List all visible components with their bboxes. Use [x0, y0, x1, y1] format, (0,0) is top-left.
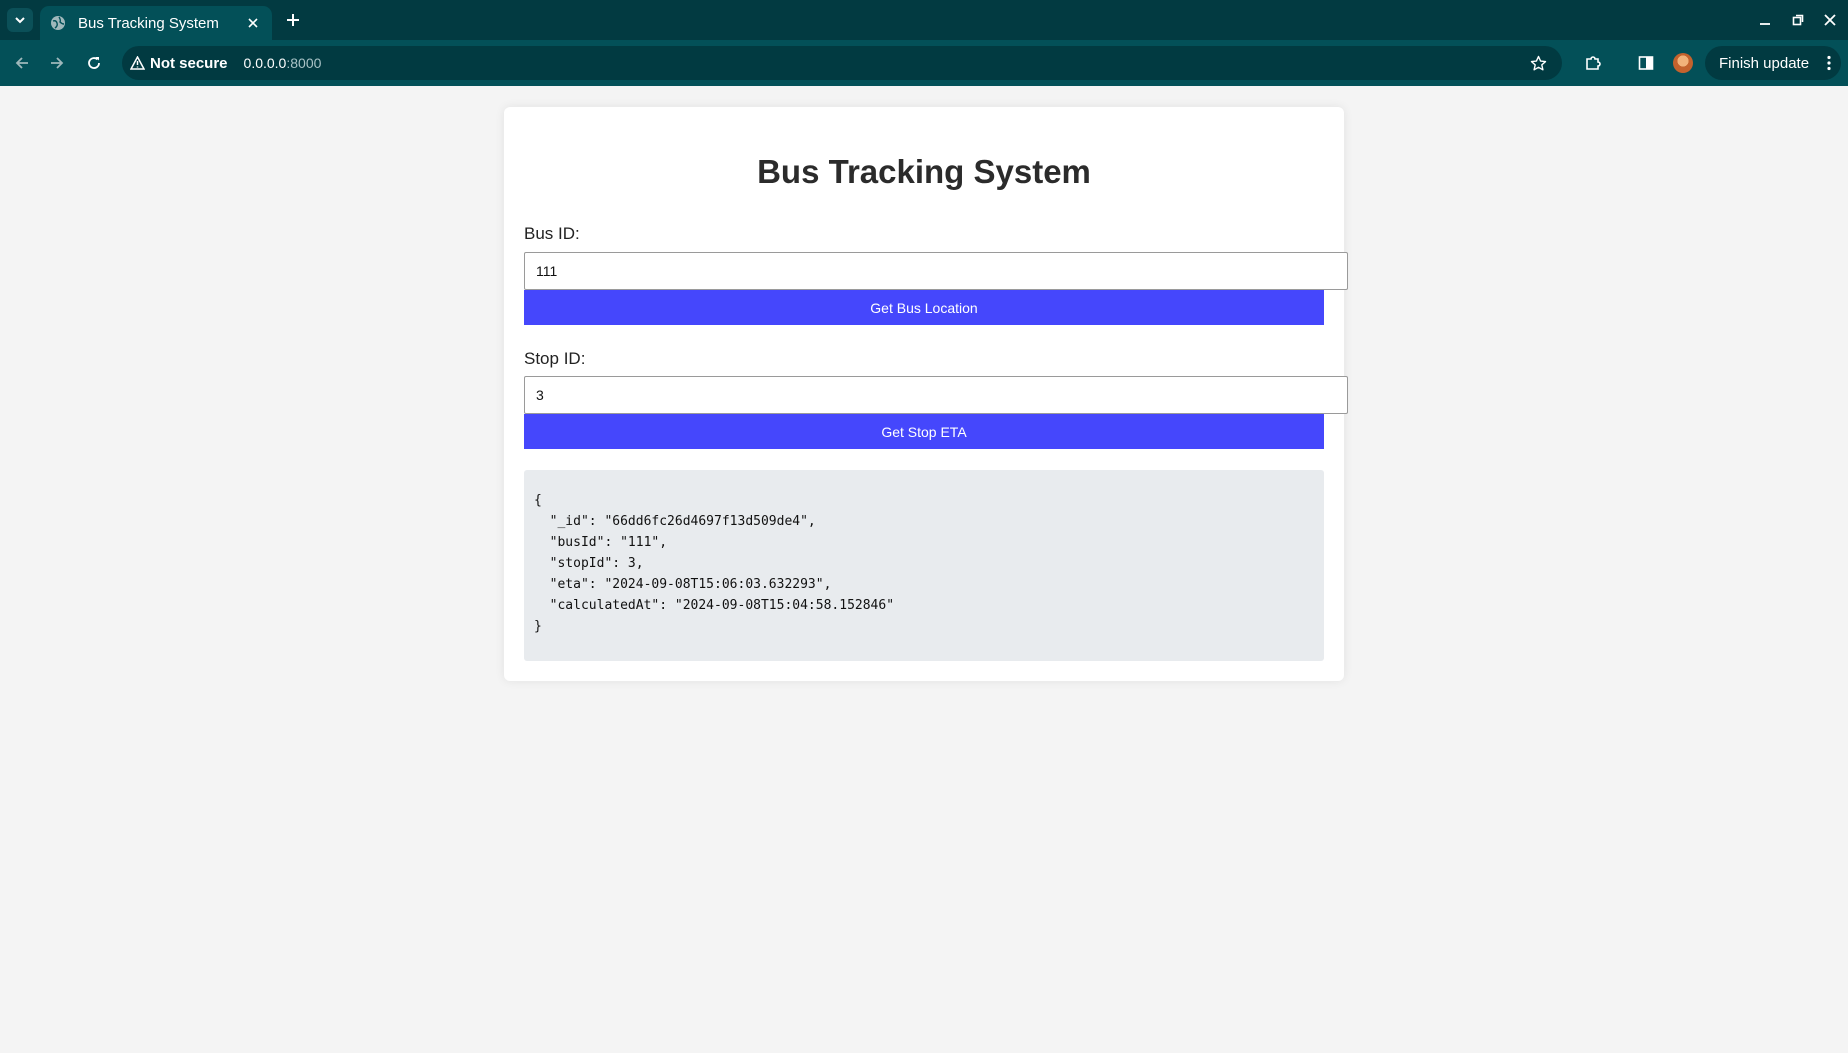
profile-avatar[interactable]	[1673, 53, 1693, 73]
url-text: 0.0.0.0:8000	[244, 55, 322, 71]
restore-icon[interactable]	[1788, 10, 1808, 30]
get-stop-eta-button[interactable]: Get Stop ETA	[524, 414, 1324, 449]
address-bar[interactable]: Not secure 0.0.0.0:8000	[122, 46, 1562, 80]
plus-icon[interactable]	[282, 9, 304, 31]
window-close-icon[interactable]	[1820, 10, 1840, 30]
browser-toolbar: Not secure 0.0.0.0:8000 Finish update	[0, 40, 1848, 86]
puzzle-icon[interactable]	[1582, 52, 1604, 74]
browser-tab-strip: Bus Tracking System	[0, 0, 1848, 40]
security-indicator[interactable]: Not secure	[130, 55, 228, 72]
stop-id-input[interactable]	[524, 376, 1348, 414]
bus-id-label: Bus ID:	[524, 224, 580, 243]
page-title: Bus Tracking System	[757, 153, 1091, 190]
tab-title: Bus Tracking System	[78, 14, 219, 32]
tracking-card: Bus Tracking System Bus ID: Get Bus Loca…	[504, 107, 1348, 681]
url-port: :8000	[286, 55, 322, 71]
side-panel-icon[interactable]	[1635, 52, 1657, 74]
browser-tab[interactable]: Bus Tracking System	[40, 6, 272, 40]
globe-icon	[50, 15, 66, 31]
star-icon[interactable]	[1528, 53, 1548, 73]
finish-update-label: Finish update	[1719, 54, 1810, 72]
minimize-icon[interactable]	[1755, 10, 1775, 30]
finish-update-button[interactable]: Finish update	[1705, 46, 1841, 80]
reload-icon[interactable]	[82, 51, 106, 75]
kebab-menu-icon	[1827, 55, 1831, 71]
chevron-down-icon[interactable]	[7, 8, 33, 32]
url-host: 0.0.0.0	[243, 55, 287, 71]
security-label: Not secure	[150, 54, 228, 72]
get-bus-location-button[interactable]: Get Bus Location	[524, 290, 1324, 325]
warning-triangle-icon	[130, 56, 145, 70]
bus-id-input[interactable]	[524, 252, 1348, 290]
stop-id-label: Stop ID:	[524, 349, 586, 368]
close-icon[interactable]	[242, 12, 264, 34]
arrow-left-icon[interactable]	[10, 51, 34, 75]
arrow-right-icon[interactable]	[45, 51, 69, 75]
result-output: { "_id": "66dd6fc26d4697f13d509de4", "bu…	[524, 470, 1324, 661]
